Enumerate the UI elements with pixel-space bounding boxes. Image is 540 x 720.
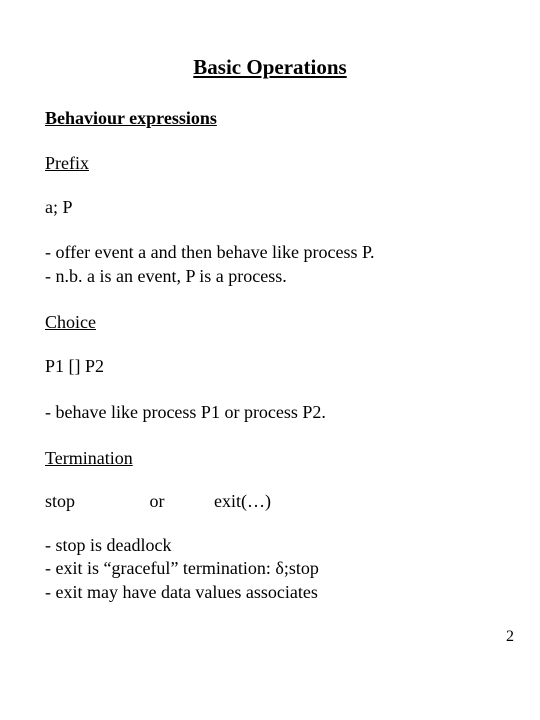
page-number: 2 <box>506 628 514 646</box>
prefix-bullets: - offer event a and then behave like pro… <box>45 241 495 288</box>
bullet-item: - behave like process P1 or process P2. <box>45 401 495 424</box>
heading-termination: Termination <box>45 448 495 469</box>
bullet-item: - n.b. a is an event, P is a process. <box>45 265 495 288</box>
document-page: Basic Operations Behaviour expressions P… <box>0 0 540 666</box>
heading-behaviour-expressions: Behaviour expressions <box>45 108 495 129</box>
heading-choice: Choice <box>45 312 495 333</box>
termination-bullets: - stop is deadlock - exit is “graceful” … <box>45 534 495 604</box>
termination-notation-row: stop or exit(…) <box>45 491 495 512</box>
page-title: Basic Operations <box>45 55 495 80</box>
prefix-notation: a; P <box>45 196 495 219</box>
choice-bullets: - behave like process P1 or process P2. <box>45 401 495 424</box>
bullet-item: - exit may have data values associates <box>45 581 495 604</box>
bullet-item: - exit is “graceful” termination: δ;stop <box>45 557 495 580</box>
bullet-item: - offer event a and then behave like pro… <box>45 241 495 264</box>
termination-exit: exit(…) <box>214 491 271 512</box>
termination-stop: stop <box>45 491 145 512</box>
bullet-item: - stop is deadlock <box>45 534 495 557</box>
termination-or: or <box>150 491 210 512</box>
choice-notation: P1 [] P2 <box>45 355 495 378</box>
heading-prefix: Prefix <box>45 153 495 174</box>
